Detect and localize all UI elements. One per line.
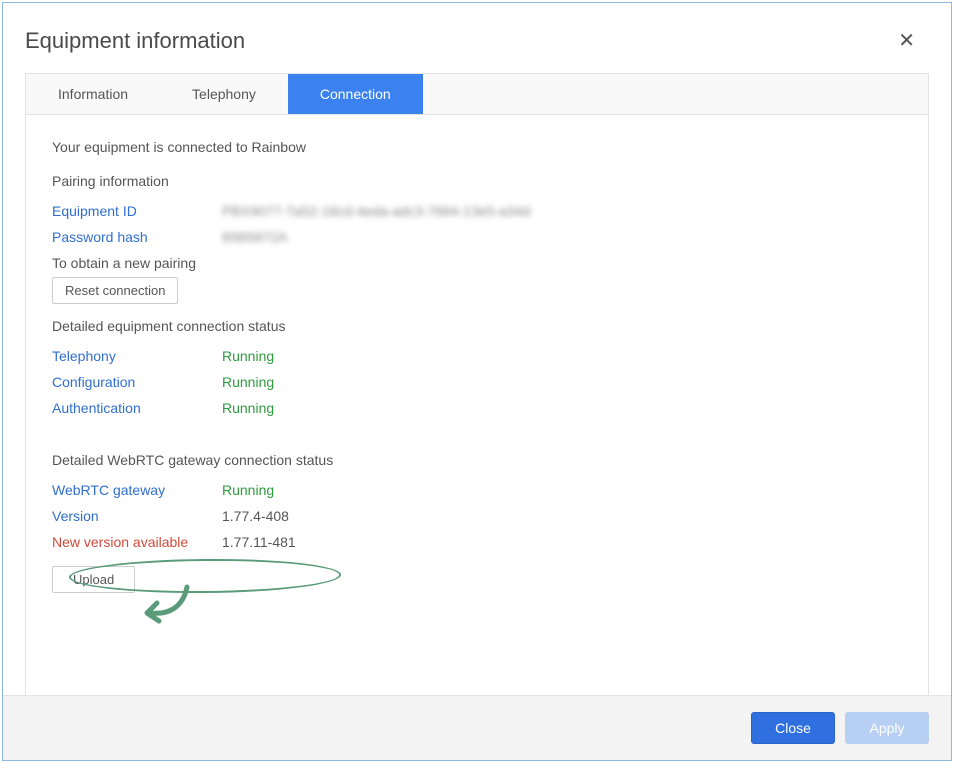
equipment-id-label: Equipment ID bbox=[52, 203, 222, 219]
tab-content-connection: Your equipment is connected to Rainbow P… bbox=[26, 115, 928, 695]
webrtc-gateway-label: WebRTC gateway bbox=[52, 482, 222, 498]
new-version-value: 1.77.11-481 bbox=[222, 534, 296, 550]
webrtc-status-title: Detailed WebRTC gateway connection statu… bbox=[52, 452, 902, 468]
tab-bar: Information Telephony Connection bbox=[26, 74, 928, 115]
password-hash-value: 65B5872A bbox=[222, 229, 287, 245]
telephony-status-label: Telephony bbox=[52, 348, 222, 364]
reset-connection-button[interactable]: Reset connection bbox=[52, 277, 178, 304]
webrtc-version-value: 1.77.4-408 bbox=[222, 508, 289, 524]
tab-telephony[interactable]: Telephony bbox=[160, 74, 288, 114]
modal-title: Equipment information bbox=[25, 28, 245, 54]
modal: Equipment information ✕ Information Tele… bbox=[2, 2, 952, 761]
close-button[interactable]: Close bbox=[751, 712, 835, 744]
pairing-section-title: Pairing information bbox=[52, 173, 902, 189]
webrtc-version-label: Version bbox=[52, 508, 222, 524]
configuration-status-value: Running bbox=[222, 374, 274, 390]
webrtc-gateway-value: Running bbox=[222, 482, 274, 498]
authentication-status-label: Authentication bbox=[52, 400, 222, 416]
telephony-status-value: Running bbox=[222, 348, 274, 364]
password-hash-label: Password hash bbox=[52, 229, 222, 245]
modal-footer: Close Apply bbox=[3, 695, 951, 760]
close-icon[interactable]: ✕ bbox=[890, 27, 923, 55]
upload-button[interactable]: Upload bbox=[52, 566, 135, 593]
obtain-pairing-note: To obtain a new pairing bbox=[52, 255, 902, 271]
connection-status-msg: Your equipment is connected to Rainbow bbox=[52, 139, 902, 155]
modal-header: Equipment information ✕ bbox=[3, 3, 951, 73]
authentication-status-value: Running bbox=[222, 400, 274, 416]
tab-information[interactable]: Information bbox=[26, 74, 160, 114]
equipment-id-value: PBX9077-7a52-18cd-4eda-adc3-7684-13e5-a3… bbox=[222, 203, 530, 219]
tab-connection[interactable]: Connection bbox=[288, 74, 423, 114]
apply-button: Apply bbox=[845, 712, 929, 744]
configuration-status-label: Configuration bbox=[52, 374, 222, 390]
tabs-container: Information Telephony Connection Your eq… bbox=[25, 73, 929, 695]
new-version-label: New version available bbox=[52, 534, 222, 550]
detailed-status-title: Detailed equipment connection status bbox=[52, 318, 902, 334]
